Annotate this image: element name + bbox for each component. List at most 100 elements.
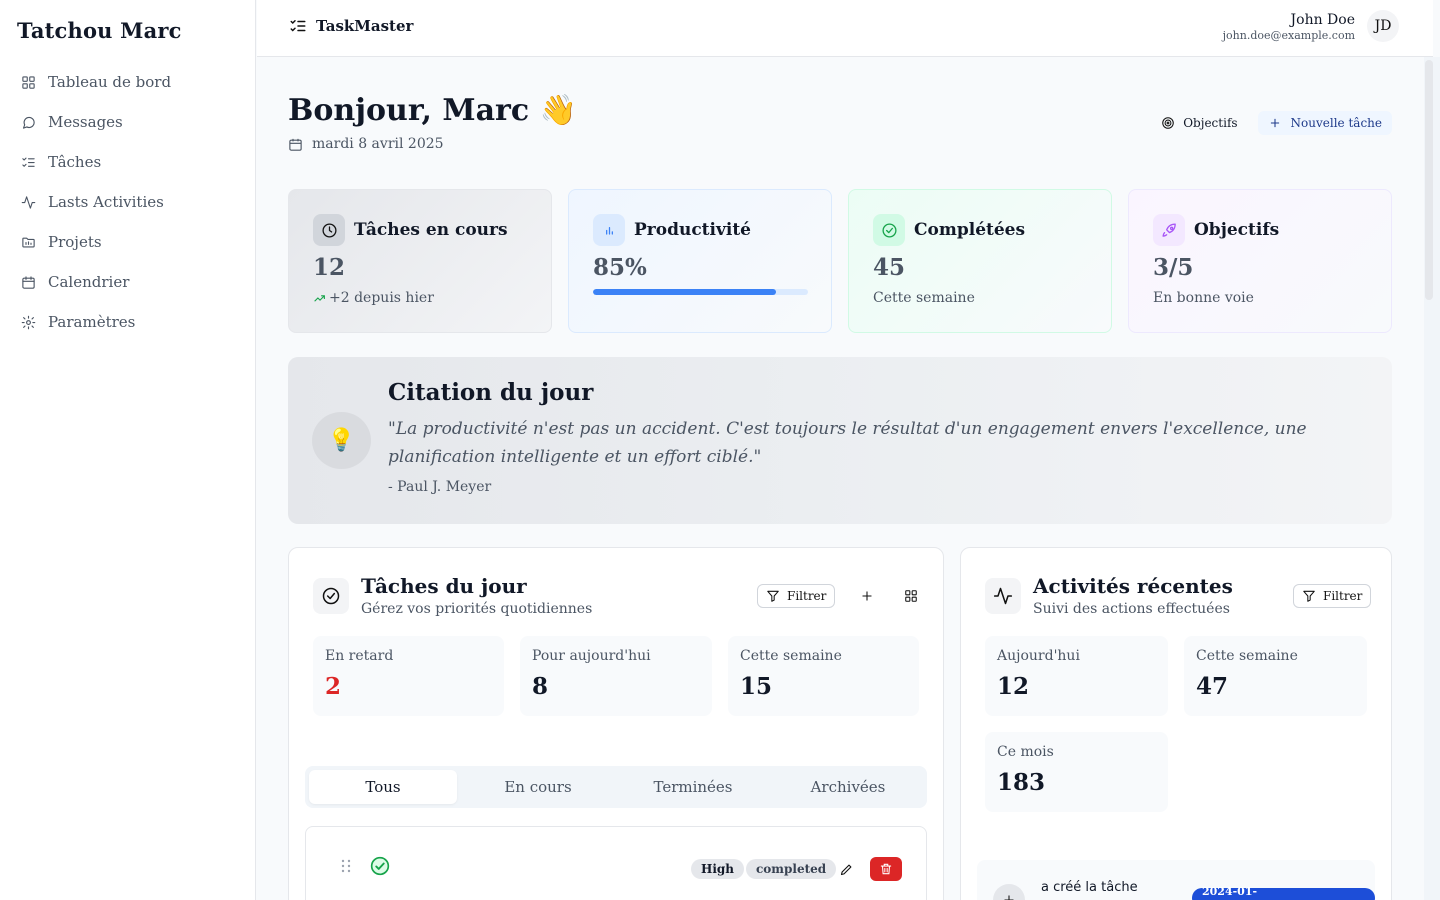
productivity-progress-bar bbox=[593, 289, 808, 295]
stat-value: 3/5 bbox=[1153, 254, 1194, 281]
avatar[interactable]: JD bbox=[1367, 10, 1399, 42]
plus-icon bbox=[993, 884, 1025, 900]
main-content: Bonjour, Marc 👋 mardi 8 avril 2025 Objec… bbox=[257, 57, 1424, 900]
sidebar-item-label: Tableau de bord bbox=[48, 73, 172, 91]
today-activity-stat: Aujourd'hui 12 bbox=[985, 636, 1168, 716]
edit-task-button[interactable] bbox=[836, 859, 856, 879]
message-icon bbox=[20, 114, 36, 130]
wave-emoji: 👋 bbox=[539, 93, 577, 128]
grid-view-button[interactable] bbox=[899, 584, 923, 608]
stat-value: 183 bbox=[997, 769, 1046, 796]
stat-value: 12 bbox=[313, 254, 346, 281]
user-email: john.doe@example.com bbox=[1222, 28, 1355, 42]
goals-button[interactable]: Objectifs bbox=[1151, 111, 1247, 135]
activity-panel-actions: Filtrer bbox=[1293, 584, 1372, 608]
lightbulb-icon: 💡 bbox=[312, 412, 371, 469]
user-menu[interactable]: John Doe john.doe@example.com JD bbox=[1223, 10, 1399, 42]
main-scrollbar[interactable] bbox=[1424, 57, 1440, 900]
lightbulb-emoji: 💡 bbox=[327, 428, 356, 453]
activity-icon bbox=[985, 578, 1021, 614]
scrollbar-thumb[interactable] bbox=[1425, 60, 1433, 300]
quote-title: Citation du jour bbox=[388, 379, 594, 406]
task-complete-checkbox[interactable] bbox=[370, 856, 390, 876]
sidebar-item-label: Tâches bbox=[48, 153, 102, 171]
stat-subtitle: En bonne voie bbox=[1153, 290, 1254, 306]
tasks-panel-title: Tâches du jour bbox=[361, 574, 527, 598]
sidebar-item-label: Paramètres bbox=[48, 313, 136, 331]
new-task-button[interactable]: Nouvelle tâche bbox=[1257, 111, 1392, 135]
greeting-text: Bonjour, Marc bbox=[288, 93, 530, 128]
sidebar-item-messages[interactable]: Messages bbox=[0, 102, 256, 142]
stat-card-goals[interactable]: Objectifs 3/5 En bonne voie bbox=[1128, 189, 1392, 333]
delete-task-button[interactable] bbox=[870, 857, 902, 881]
tasks-panel-subtitle: Gérez vos priorités quotidiennes bbox=[361, 601, 593, 617]
check-circle-icon bbox=[873, 214, 905, 246]
activity-panel: Activités récentes Suivi des actions eff… bbox=[960, 547, 1392, 900]
sidebar-item-tasks[interactable]: Tâches bbox=[0, 142, 256, 182]
stat-title: Complétées bbox=[914, 220, 1026, 240]
month-activity-stat: Ce mois 183 bbox=[985, 732, 1168, 812]
sidebar-item-label: Projets bbox=[48, 233, 102, 251]
grid-icon bbox=[905, 590, 918, 602]
tab-completed[interactable]: Terminées bbox=[617, 770, 769, 804]
priority-badge: High bbox=[691, 859, 745, 879]
activity-item[interactable]: a créé la tâche 2024-01-05T08:00:00.000Z bbox=[977, 860, 1375, 900]
stat-value: 47 bbox=[1196, 673, 1229, 700]
add-task-button[interactable] bbox=[855, 584, 879, 608]
date-text: mardi 8 avril 2025 bbox=[312, 136, 444, 152]
status-badge: completed bbox=[746, 859, 837, 879]
calendar-icon bbox=[20, 274, 36, 290]
tab-in-progress[interactable]: En cours bbox=[462, 770, 614, 804]
task-tabs: Tous En cours Terminées Archivées bbox=[305, 766, 927, 808]
check-circle-icon bbox=[313, 578, 349, 614]
sidebar-item-dashboard[interactable]: Tableau de bord bbox=[0, 62, 256, 102]
stat-value: 2 bbox=[325, 673, 342, 700]
sidebar-item-label: Messages bbox=[48, 113, 123, 131]
stat-card-productivity[interactable]: Productivité 85% bbox=[568, 189, 832, 333]
overdue-stat: En retard 2 bbox=[313, 636, 504, 716]
sidebar-item-projects[interactable]: Projets bbox=[0, 222, 256, 262]
stat-value: 45 bbox=[873, 254, 906, 281]
stat-card-in-progress[interactable]: Tâches en cours 12 +2 depuis hier bbox=[288, 189, 552, 333]
stat-value: 12 bbox=[997, 673, 1030, 700]
bar-chart-icon bbox=[593, 214, 625, 246]
stat-card-completed[interactable]: Complétées 45 Cette semaine bbox=[848, 189, 1112, 333]
app-title[interactable]: TaskMaster bbox=[289, 17, 413, 35]
quote-author: - Paul J. Meyer bbox=[388, 479, 492, 495]
stat-value: 15 bbox=[740, 673, 773, 700]
calendar-icon bbox=[289, 138, 302, 151]
stat-title: Tâches en cours bbox=[354, 220, 508, 240]
filter-button[interactable]: Filtrer bbox=[1293, 584, 1372, 608]
sidebar-item-calendar[interactable]: Calendrier bbox=[0, 262, 256, 302]
tab-all[interactable]: Tous bbox=[309, 770, 457, 804]
tasks-panel: Tâches du jour Gérez vos priorités quoti… bbox=[288, 547, 944, 900]
drag-handle-icon[interactable] bbox=[341, 859, 351, 873]
activity-timestamp: 2024-01-05T08:00:00.000Z bbox=[1192, 885, 1375, 900]
week-stat: Cette semaine 15 bbox=[728, 636, 919, 716]
quote-card: 💡 Citation du jour "La productivité n'es… bbox=[288, 357, 1392, 524]
plus-icon bbox=[1270, 118, 1279, 128]
top-header: TaskMaster John Doe john.doe@example.com… bbox=[257, 0, 1433, 57]
stat-label: Cette semaine bbox=[1196, 648, 1298, 664]
plus-icon bbox=[862, 591, 873, 601]
filter-button[interactable]: Filtrer bbox=[757, 584, 836, 608]
task-item[interactable]: High completed bbox=[305, 826, 927, 900]
list-check-icon bbox=[20, 154, 36, 170]
sidebar-nav: Tableau de bord Messages Tâches Lasts Ac… bbox=[0, 62, 256, 342]
activity-icon bbox=[20, 194, 36, 210]
sidebar-item-activities[interactable]: Lasts Activities bbox=[0, 182, 256, 222]
tab-archived[interactable]: Archivées bbox=[772, 770, 924, 804]
activity-panel-subtitle: Suivi des actions effectuées bbox=[1033, 601, 1230, 617]
page-title: Bonjour, Marc 👋 bbox=[288, 93, 577, 128]
sidebar-item-label: Lasts Activities bbox=[48, 193, 164, 211]
sidebar-item-settings[interactable]: Paramètres bbox=[0, 302, 256, 342]
pencil-icon bbox=[840, 864, 851, 875]
filter-icon bbox=[1303, 590, 1315, 602]
today-stat: Pour aujourd'hui 8 bbox=[520, 636, 712, 716]
goals-button-label: Objectifs bbox=[1183, 116, 1238, 130]
user-name: John Doe bbox=[1290, 11, 1355, 28]
stat-label: Aujourd'hui bbox=[997, 648, 1080, 664]
stat-label: Pour aujourd'hui bbox=[532, 648, 651, 664]
tasks-panel-actions: Filtrer bbox=[757, 584, 923, 608]
user-info: John Doe john.doe@example.com bbox=[1223, 11, 1355, 42]
